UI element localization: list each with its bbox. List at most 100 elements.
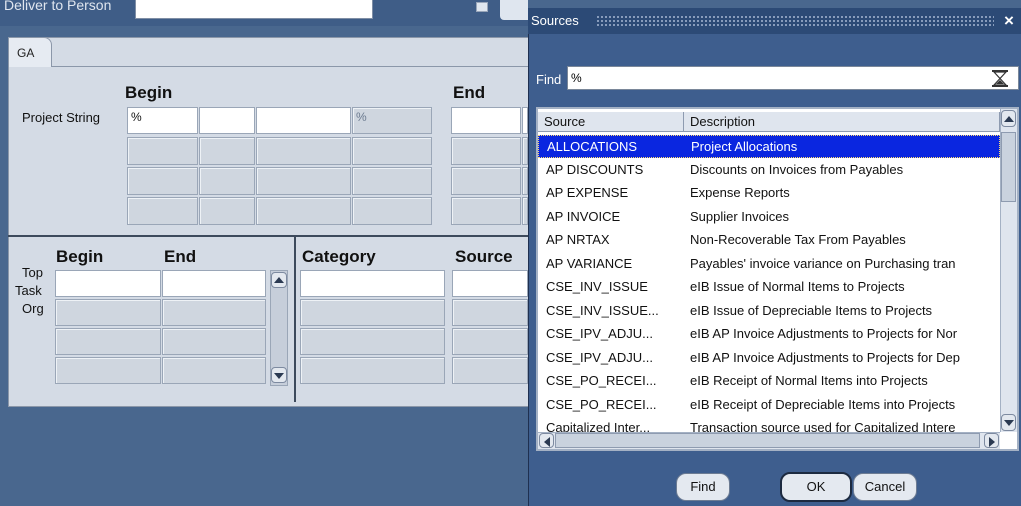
grid-cell[interactable]	[256, 137, 351, 165]
description-cell: Expense Reports	[690, 185, 790, 200]
description-cell: Non-Recoverable Tax From Payables	[690, 232, 906, 247]
vertical-scroll-thumb[interactable]	[1001, 132, 1016, 202]
list-item[interactable]: AP EXPENSE Expense Reports	[538, 182, 1000, 205]
project-string-segment-2[interactable]	[199, 107, 255, 134]
source-cell: AP NRTAX	[546, 232, 610, 247]
grid-cell[interactable]	[452, 328, 528, 355]
scroll-down-button[interactable]	[271, 367, 287, 383]
grid-cell[interactable]	[55, 299, 161, 326]
grid-cell[interactable]	[199, 167, 255, 195]
source-cell: AP VARIANCE	[546, 255, 633, 271]
source-cell: CSE_IPV_ADJU...	[546, 326, 653, 341]
chevron-down-icon	[274, 373, 284, 379]
grid-cell[interactable]	[352, 137, 432, 165]
top-button[interactable]	[500, 0, 528, 20]
grid-cell[interactable]	[451, 167, 521, 195]
list-item[interactable]: CSE_PO_RECEI... eIB Receipt of Normal Ite…	[538, 370, 1000, 393]
grid-cell[interactable]	[352, 197, 432, 225]
grid-cell[interactable]	[256, 167, 351, 195]
list-of-values-icon[interactable]	[476, 2, 488, 12]
column-header-source[interactable]: Source	[538, 112, 684, 132]
source-cell: CSE_IPV_ADJU...	[546, 349, 653, 365]
find-input[interactable]: %	[567, 66, 1019, 90]
grid-cell[interactable]	[55, 328, 161, 355]
grid-cell[interactable]	[451, 137, 521, 165]
category-header: Category	[302, 247, 376, 266]
grid-cell[interactable]	[127, 167, 198, 195]
description-cell: Supplier Invoices	[690, 208, 789, 224]
source-cell: ALLOCATIONS	[547, 139, 638, 154]
description-cell: eIB Receipt of Normal Items into Project…	[690, 373, 928, 388]
grid-cell[interactable]	[300, 299, 445, 326]
source-cell: AP INVOICE	[546, 208, 621, 224]
list-item[interactable]: ALLOCATIONS Project Allocations	[538, 135, 1000, 158]
close-icon[interactable]: ×	[1004, 11, 1014, 31]
project-string-end-field[interactable]	[451, 107, 521, 134]
project-string-percent-field: %	[352, 107, 432, 134]
grid-cell[interactable]	[452, 357, 528, 384]
scroll-up-button[interactable]	[1001, 110, 1016, 127]
list-item[interactable]: AP DISCOUNTS Discounts on Invoices from P…	[538, 159, 1000, 182]
source-cell: CSE_PO_RECEI...	[546, 396, 657, 412]
horizontal-scroll-thumb[interactable]	[555, 433, 980, 448]
grid-cell[interactable]	[162, 328, 266, 355]
begin-field[interactable]	[55, 270, 161, 297]
ok-button[interactable]: OK	[780, 472, 852, 502]
grid-cell[interactable]	[199, 197, 255, 225]
description-cell: eIB AP Invoice Adjustments to Projects f…	[690, 349, 961, 365]
end-field[interactable]	[162, 270, 266, 297]
chevron-up-icon	[274, 277, 284, 283]
grid-cell[interactable]	[300, 357, 445, 384]
cancel-button[interactable]: Cancel	[853, 473, 917, 501]
description-cell: Project Allocations	[691, 139, 798, 154]
grid-cell[interactable]	[162, 357, 266, 384]
list-item[interactable]: AP INVOICE Supplier Invoices	[538, 206, 1000, 229]
grid-cell[interactable]	[162, 299, 266, 326]
grid-cell[interactable]	[256, 197, 351, 225]
column-divider	[294, 237, 296, 402]
source-field[interactable]	[452, 270, 528, 297]
description-cell: eIB Issue of Depreciable Items to Projec…	[690, 302, 933, 318]
project-string-segment-3[interactable]	[256, 107, 351, 134]
end-header: End	[453, 83, 486, 102]
description-cell: eIB Receipt of Depreciable Items into Pr…	[690, 396, 956, 412]
begin-header: Begin	[125, 83, 173, 102]
scroll-down-button[interactable]	[1001, 414, 1016, 431]
tab-divider	[52, 66, 528, 67]
grid-cell[interactable]	[452, 299, 528, 326]
list-item[interactable]: CSE_INV_ISSUE... eIB Issue of Depreciable…	[538, 300, 1000, 323]
chevron-up-icon	[1003, 116, 1014, 122]
scroll-up-button[interactable]	[271, 272, 287, 288]
deliver-to-person-field[interactable]	[135, 0, 373, 19]
project-string-segment-1[interactable]: %	[127, 107, 198, 134]
task-label: Task	[15, 283, 42, 298]
dialog-title: Sources	[531, 13, 579, 28]
list-item[interactable]: CSE_PO_RECEI... eIB Receipt of Depreciabl…	[538, 394, 1000, 417]
list-item[interactable]: AP NRTAX Non-Recoverable Tax From Payable…	[538, 229, 1000, 252]
grid-cell[interactable]	[451, 197, 521, 225]
list-item[interactable]: AP VARIANCE Payables' invoice variance on…	[538, 253, 1000, 276]
list-item[interactable]: CSE_IPV_ADJU... eIB AP Invoice Adjustment…	[538, 347, 1000, 370]
source-cell: CSE_INV_ISSUE...	[546, 302, 659, 318]
description-cell: Payables' invoice variance on Purchasing…	[690, 255, 956, 271]
scroll-left-button[interactable]	[539, 433, 554, 448]
project-string-label: Project String	[22, 110, 101, 125]
lower-begin-header: Begin	[56, 247, 104, 266]
list-item[interactable]: CSE_INV_ISSUE eIB Issue of Normal Items t…	[538, 276, 1000, 299]
description-cell: Discounts on Invoices from Payables	[690, 161, 904, 177]
list-item[interactable]: CSE_IPV_ADJU... eIB AP Invoice Adjustment…	[538, 323, 1000, 346]
category-field[interactable]	[300, 270, 445, 297]
grid-cell[interactable]	[127, 197, 198, 225]
org-label: Org	[22, 301, 44, 316]
description-cell: eIB Issue of Normal Items to Projects	[690, 279, 905, 294]
grid-cell[interactable]	[199, 137, 255, 165]
grid-cell[interactable]	[127, 137, 198, 165]
grid-cell[interactable]	[300, 328, 445, 355]
find-button[interactable]: Find	[676, 473, 730, 501]
scroll-right-button[interactable]	[984, 433, 999, 448]
source-cell: CSE_PO_RECEI...	[546, 373, 657, 388]
grid-cell[interactable]	[352, 167, 432, 195]
column-header-description[interactable]: Description	[684, 112, 1000, 132]
grid-cell[interactable]	[55, 357, 161, 384]
find-label: Find	[536, 72, 562, 87]
